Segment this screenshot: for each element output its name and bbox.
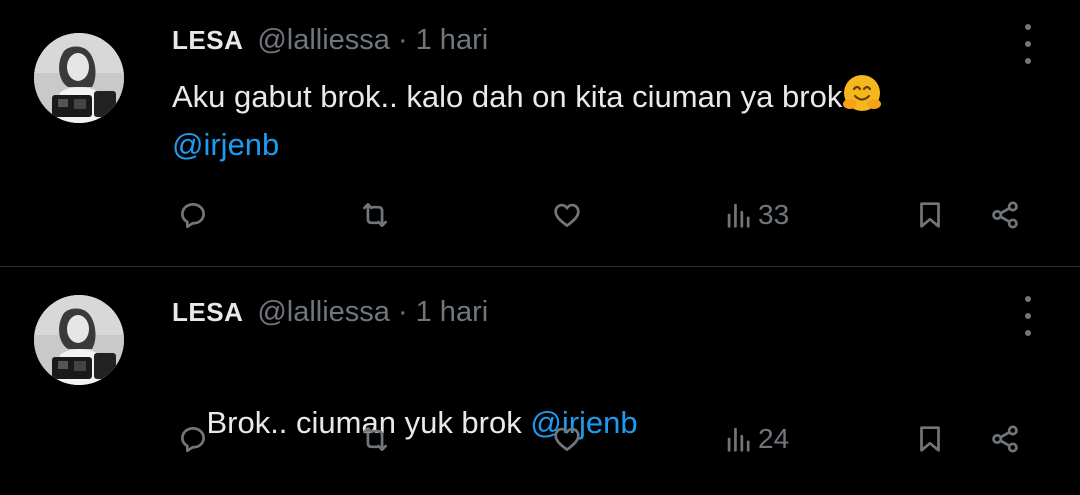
dot [1025,330,1031,336]
speech-bubble-icon [181,203,205,229]
tweet-actions: 24 [0,419,1080,459]
dot [1025,313,1031,319]
vertical-dots-icon [1025,24,1031,30]
view-count: 24 [758,423,790,454]
tweet-text: Aku gabut brok.. kalo dah on kita ciuman… [172,73,1052,169]
bookmark-button[interactable] [913,419,947,459]
tweet-time[interactable]: 1 hari [416,24,489,57]
author-name[interactable]: LESA [172,297,243,328]
dot [1025,41,1031,47]
avatar[interactable] [34,33,124,123]
retweet-button[interactable] [358,195,392,235]
like-button[interactable] [550,195,584,235]
tweet-actions: 33 [0,195,1080,235]
view-count: 33 [758,199,790,230]
dot [1025,58,1031,64]
avatar[interactable] [34,295,124,385]
speech-bubble-icon [181,427,205,453]
reply-button[interactable] [176,419,210,459]
retweet-icon [363,203,387,227]
share-icon [992,425,1018,453]
reply-button[interactable] [176,195,210,235]
bookmark-icon [920,202,940,228]
share-icon [992,201,1018,229]
bar-chart-icon [727,427,750,452]
bookmark-button[interactable] [913,195,947,235]
tweet-header: LESA @lalliessa · 1 hari [172,20,488,60]
tweet-text-content: Aku gabut brok.. kalo dah on kita ciuman… [172,79,843,114]
share-button[interactable] [988,195,1022,235]
tweet-time[interactable]: 1 hari [416,296,489,329]
like-button[interactable] [550,419,584,459]
tweet[interactable]: LESA @lalliessa · 1 hari Brok.. ciuman y… [0,267,1080,488]
avatar-image [34,33,124,123]
bar-chart-icon [727,203,750,228]
views-button[interactable]: 24 [722,419,789,459]
author-name[interactable]: LESA [172,25,243,56]
hugging-face-emoji-icon [843,75,882,111]
tweet[interactable]: LESA @lalliessa · 1 hari Aku gabut brok.… [0,0,1080,267]
separator-dot: · [397,23,408,56]
author-handle[interactable]: @lalliessa [257,24,390,57]
retweet-button[interactable] [358,419,392,459]
bookmark-icon [920,426,940,452]
more-options-button[interactable] [1022,24,1034,64]
heart-icon [554,203,580,227]
views-button[interactable]: 33 [722,195,789,235]
tweet-header: LESA @lalliessa · 1 hari [172,292,488,332]
avatar-image [34,295,124,385]
more-options-button[interactable] [1022,296,1034,336]
retweet-icon [363,427,387,451]
heart-icon [554,427,580,451]
separator-dot: · [397,295,408,328]
share-button[interactable] [988,419,1022,459]
vertical-dots-icon [1025,296,1031,302]
author-handle[interactable]: @lalliessa [257,296,390,329]
mention-link[interactable]: @irjenb [172,127,279,162]
